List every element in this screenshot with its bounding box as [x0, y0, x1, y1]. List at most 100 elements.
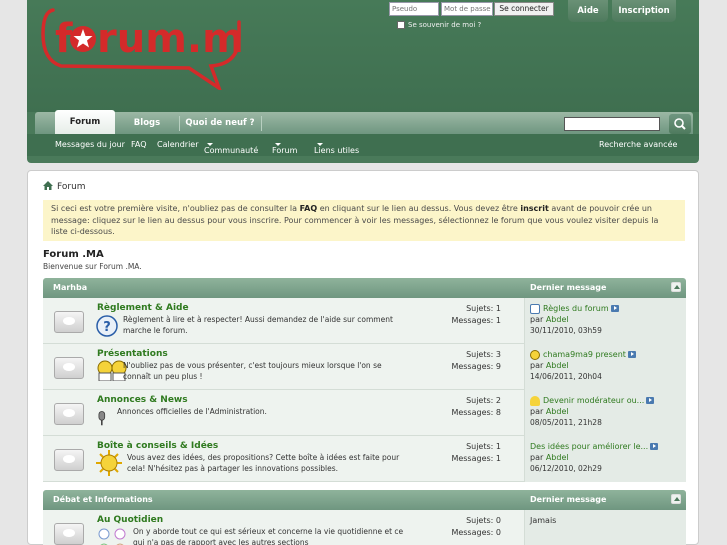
username-input[interactable]	[389, 2, 439, 16]
forum-title[interactable]: Au Quotidien	[97, 515, 163, 525]
category-name[interactable]: Débat et Informations	[53, 495, 153, 504]
search-input[interactable]	[564, 117, 660, 131]
tab-separator	[261, 116, 262, 131]
last-post-author: par Abdel	[530, 406, 680, 417]
last-post-user[interactable]: Abdel	[546, 315, 569, 324]
tab-blogs[interactable]: Blogs	[119, 113, 175, 134]
last-post-date: 14/06/2011, 20h04	[530, 372, 602, 381]
tab-whats-new[interactable]: Quoi de neuf ?	[181, 113, 259, 134]
forum-status-icon	[54, 311, 84, 333]
breadcrumb-forum[interactable]: Forum	[57, 182, 86, 192]
forum-stats: Sujets: 1 Messages: 1	[431, 303, 501, 326]
go-to-post-icon[interactable]	[610, 305, 619, 312]
menu-useful-links[interactable]: Liens utiles	[314, 140, 359, 155]
last-post-none: Jamais	[530, 516, 557, 525]
messages-count: Messages: 9	[451, 361, 501, 371]
last-post-title[interactable]: chama9ma9 present	[543, 350, 626, 359]
subjects-count: Sujets: 0	[466, 516, 501, 525]
link-today-posts[interactable]: Messages du jour	[55, 140, 125, 149]
collapse-icon[interactable]	[671, 494, 681, 504]
notice-register-link[interactable]: inscrit	[520, 204, 548, 213]
search-icon	[674, 118, 686, 130]
messages-count: Messages: 1	[451, 453, 501, 463]
notice-faq-link[interactable]: FAQ	[300, 204, 318, 213]
last-post: Des idées pour améliorer le... par Abdel…	[530, 441, 680, 474]
smiley-icon	[530, 349, 540, 360]
category-name[interactable]: Marhba	[53, 283, 87, 292]
notice-text-1: Si ceci est votre première visite, n'oub…	[51, 204, 300, 213]
forum-description: Règlement à lire et à respecter! Aussi d…	[123, 315, 393, 335]
forum-title[interactable]: Règlement & Aide	[97, 303, 189, 313]
notice-text-2: en cliquant sur le lien au dessus. Vous …	[317, 204, 521, 213]
forum-description: On y aborde tout ce qui est sérieux et c…	[133, 527, 404, 545]
category-header: Débat et Informations Dernier message	[43, 490, 686, 510]
go-to-post-icon[interactable]	[627, 351, 636, 358]
link-calendar[interactable]: Calendrier	[157, 140, 199, 149]
forum-stats: Sujets: 3 Messages: 9	[431, 349, 501, 372]
go-to-post-icon[interactable]	[650, 443, 659, 450]
last-post: Devenir modérateur ou... par Abdel 08/05…	[530, 395, 680, 428]
last-post: Règles du forum par Abdel 30/11/2010, 03…	[530, 303, 680, 336]
register-button[interactable]: Inscription	[612, 0, 676, 22]
tab-forum[interactable]: Forum	[55, 110, 115, 134]
forum-row: Au Quotidien On y aborde tout ce qui est…	[43, 510, 686, 545]
forum-ma-logo[interactable]: f rum.ma	[39, 2, 244, 90]
last-post-author: par Abdel	[530, 360, 680, 371]
messages-count: Messages: 8	[451, 407, 501, 417]
forum-row: Annonces & News Annonces officielles de …	[43, 390, 686, 436]
last-post-date: 06/12/2010, 02h29	[530, 464, 602, 473]
last-post-date: 08/05/2011, 21h28	[530, 418, 602, 427]
last-post-by: par	[530, 407, 546, 416]
go-to-post-icon[interactable]	[646, 397, 655, 404]
menu-forum[interactable]: Forum	[272, 140, 297, 155]
last-post-author: par Abdel	[530, 314, 680, 325]
last-post: Jamais	[530, 515, 680, 526]
home-icon[interactable]	[43, 181, 53, 190]
welcome-notice: Si ceci est votre première visite, n'oub…	[43, 200, 685, 241]
help-question-icon: ?	[96, 315, 118, 337]
login-button[interactable]: Se connecter	[494, 2, 554, 16]
last-post-by: par	[530, 315, 546, 324]
help-button[interactable]: Aide	[568, 0, 608, 22]
forum-row: Présentations N'oubliez pas de vous prés…	[43, 344, 686, 390]
search-button[interactable]	[669, 114, 691, 134]
document-icon	[530, 303, 540, 314]
forum-status-icon	[54, 523, 84, 545]
remember-checkbox[interactable]	[397, 21, 405, 29]
last-post-title[interactable]: Règles du forum	[543, 304, 609, 313]
forum-stats: Sujets: 0 Messages: 0	[431, 515, 501, 538]
last-post-header: Dernier message	[530, 283, 607, 292]
forum-row: ? Règlement & Aide Règlement à lire et à…	[43, 298, 686, 344]
last-post-title[interactable]: Des idées pour améliorer le...	[530, 442, 648, 451]
forum-stats: Sujets: 1 Messages: 1	[431, 441, 501, 464]
microphone-icon	[98, 411, 106, 426]
sub-navbar: Messages du jour FAQ Calendrier Communau…	[27, 134, 699, 156]
remember-label: Se souvenir de moi ?	[408, 21, 482, 29]
forum-title[interactable]: Annonces & News	[97, 395, 188, 405]
menu-community[interactable]: Communauté	[204, 140, 258, 155]
last-post-by: par	[530, 361, 546, 370]
last-post-user[interactable]: Abdel	[546, 361, 569, 370]
password-input[interactable]	[441, 2, 493, 16]
subjects-count: Sujets: 3	[466, 350, 501, 359]
forum-stats: Sujets: 2 Messages: 8	[431, 395, 501, 418]
last-post-user[interactable]: Abdel	[546, 407, 569, 416]
sun-icon	[96, 450, 122, 476]
forum-description: Annonces officielles de l'Administration…	[117, 407, 267, 416]
collapse-icon[interactable]	[671, 282, 681, 292]
site-header: f rum.ma Se connecter Se souvenir de moi…	[27, 0, 699, 163]
forum-description: N'oubliez pas de vous présenter, c'est t…	[123, 361, 382, 381]
forum-title[interactable]: Boîte à conseils & Idées	[97, 441, 218, 451]
last-post-user[interactable]: Abdel	[546, 453, 569, 462]
link-faq[interactable]: FAQ	[131, 140, 147, 149]
page-title: Forum .MA	[43, 249, 104, 260]
svg-text:rum.ma: rum.ma	[97, 16, 244, 62]
forum-title[interactable]: Présentations	[97, 349, 168, 359]
subjects-count: Sujets: 2	[466, 396, 501, 405]
link-advanced-search[interactable]: Recherche avancée	[599, 140, 677, 149]
last-post-title[interactable]: Devenir modérateur ou...	[543, 396, 644, 405]
messages-count: Messages: 1	[451, 315, 501, 325]
remember-me[interactable]: Se souvenir de moi ?	[397, 21, 481, 29]
last-post-author: par Abdel	[530, 452, 680, 463]
forum-row: Boîte à conseils & Idées Vous avez des i…	[43, 436, 686, 482]
